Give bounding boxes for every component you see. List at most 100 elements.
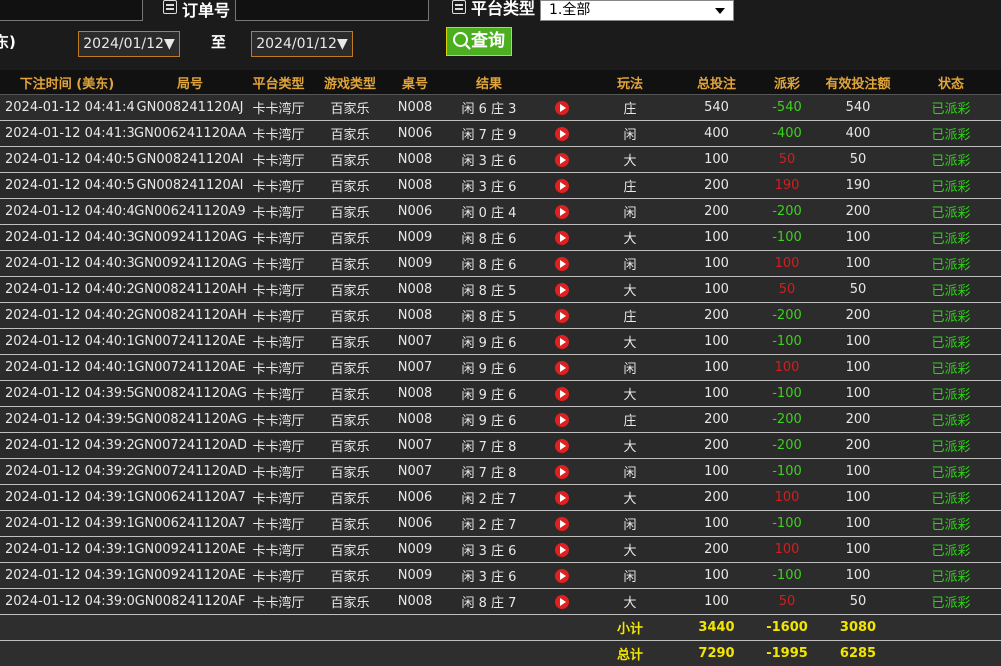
play-video-icon[interactable] [555, 257, 569, 271]
cell-round-number: GN007241120AD [134, 433, 246, 459]
play-video-icon[interactable] [555, 309, 569, 323]
table-row: 2024-01-12 04:39:19GN006241120A7卡卡湾厅百家乐N… [0, 511, 1001, 537]
cell-platform-type: 卡卡湾厅 [246, 303, 311, 329]
cell-platform-type: 卡卡湾厅 [246, 225, 311, 251]
cell-video [537, 251, 586, 277]
play-video-icon[interactable] [555, 283, 569, 297]
cell-table-number: N007 [389, 433, 441, 459]
cell-payout: 50 [759, 589, 815, 615]
play-video-icon[interactable] [555, 491, 569, 505]
play-video-icon[interactable] [555, 335, 569, 349]
cell-round-number: GN008241120AI [134, 147, 246, 173]
cell-video [537, 589, 586, 615]
play-video-icon[interactable] [555, 543, 569, 557]
cell-result: 闲 9 庄 6 [441, 329, 537, 355]
cell-status: 已派彩 [901, 225, 1001, 251]
col-payout: 派彩 [759, 70, 815, 95]
play-video-icon[interactable] [555, 387, 569, 401]
order-number-input[interactable] [235, 0, 429, 21]
cell-payout: -200 [759, 407, 815, 433]
cell-total-bet: 200 [674, 433, 759, 459]
round-search-input[interactable] [0, 0, 143, 21]
cell-result: 闲 3 庄 6 [441, 537, 537, 563]
table-row: 2024-01-12 04:39:19GN006241120A7卡卡湾厅百家乐N… [0, 485, 1001, 511]
cell-game-type: 百家乐 [311, 173, 389, 199]
date-from-picker[interactable]: 2024/01/12▼ [78, 31, 180, 57]
cell-valid-bet: 200 [815, 303, 901, 329]
cell-play-type: 大 [586, 147, 674, 173]
cell-total-bet: 200 [674, 485, 759, 511]
cell-result: 闲 8 庄 5 [441, 277, 537, 303]
cell-platform-type: 卡卡湾厅 [246, 407, 311, 433]
table-row: 2024-01-12 04:40:13GN007241120AE卡卡湾厅百家乐N… [0, 355, 1001, 381]
query-button-label: 查询 [471, 31, 505, 51]
cell-bet-time: 2024-01-12 04:41:30 [0, 121, 134, 147]
cell-total-bet: 100 [674, 355, 759, 381]
cell-status: 已派彩 [901, 147, 1001, 173]
cell-total-bet: 540 [674, 95, 759, 121]
cell-payout: 100 [759, 485, 815, 511]
cell-play-type: 大 [586, 537, 674, 563]
table-row: 2024-01-12 04:39:22GN007241120AD卡卡湾厅百家乐N… [0, 459, 1001, 485]
play-video-icon[interactable] [555, 101, 569, 115]
cell-platform-type: 卡卡湾厅 [246, 537, 311, 563]
play-video-icon[interactable] [555, 127, 569, 141]
cell-play-type: 闲 [586, 251, 674, 277]
cell-bet-time: 2024-01-12 04:39:52 [0, 407, 134, 433]
cell-payout: -100 [759, 563, 815, 589]
play-video-icon[interactable] [555, 595, 569, 609]
play-video-icon[interactable] [555, 439, 569, 453]
cell-result: 闲 2 庄 7 [441, 485, 537, 511]
cell-bet-time: 2024-01-12 04:40:31 [0, 251, 134, 277]
cell-total-bet: 100 [674, 563, 759, 589]
play-video-icon[interactable] [555, 231, 569, 245]
cell-round-number: GN007241120AE [134, 355, 246, 381]
cell-platform-type: 卡卡湾厅 [246, 95, 311, 121]
table-row: 2024-01-12 04:40:22GN008241120AH卡卡湾厅百家乐N… [0, 303, 1001, 329]
table-row: 2024-01-12 04:40:31GN009241120AG卡卡湾厅百家乐N… [0, 225, 1001, 251]
play-video-icon[interactable] [555, 517, 569, 531]
cell-result: 闲 3 庄 6 [441, 147, 537, 173]
play-video-icon[interactable] [555, 465, 569, 479]
subtotal-label: 小计 [586, 615, 674, 641]
cell-result: 闲 0 庄 4 [441, 199, 537, 225]
cell-valid-bet: 200 [815, 433, 901, 459]
col-status: 状态 [901, 70, 1001, 95]
cell-valid-bet: 100 [815, 511, 901, 537]
play-video-icon[interactable] [555, 179, 569, 193]
cell-game-type: 百家乐 [311, 485, 389, 511]
cell-result: 闲 6 庄 3 [441, 95, 537, 121]
play-video-icon[interactable] [555, 569, 569, 583]
query-button[interactable]: 查询 [446, 27, 512, 56]
cell-total-bet: 200 [674, 173, 759, 199]
cell-table-number: N007 [389, 355, 441, 381]
total-row: 总计 7290 -1995 6285 [0, 641, 1001, 666]
col-valid-bet: 有效投注额 [815, 70, 901, 95]
cell-valid-bet: 100 [815, 381, 901, 407]
cell-bet-time: 2024-01-12 04:40:13 [0, 329, 134, 355]
cell-result: 闲 9 庄 6 [441, 407, 537, 433]
cell-payout: -400 [759, 121, 815, 147]
cell-bet-time: 2024-01-12 04:40:13 [0, 355, 134, 381]
platform-type-label: 平台类型 [471, 0, 535, 19]
cell-result: 闲 8 庄 6 [441, 225, 537, 251]
play-video-icon[interactable] [555, 361, 569, 375]
cell-round-number: GN008241120AI [134, 173, 246, 199]
cell-video [537, 199, 586, 225]
play-video-icon[interactable] [555, 153, 569, 167]
cell-game-type: 百家乐 [311, 511, 389, 537]
cell-result: 闲 7 庄 9 [441, 121, 537, 147]
date-to-picker[interactable]: 2024/01/12▼ [251, 31, 353, 57]
platform-type-select[interactable]: 1.全部 [540, 0, 734, 21]
play-video-icon[interactable] [555, 205, 569, 219]
play-video-icon[interactable] [555, 413, 569, 427]
cell-payout: 190 [759, 173, 815, 199]
cell-video [537, 407, 586, 433]
cell-valid-bet: 100 [815, 485, 901, 511]
cell-table-number: N009 [389, 251, 441, 277]
cell-status: 已派彩 [901, 173, 1001, 199]
cell-table-number: N008 [389, 589, 441, 615]
cell-bet-time: 2024-01-12 04:40:57 [0, 173, 134, 199]
cell-video [537, 381, 586, 407]
cell-table-number: N006 [389, 121, 441, 147]
